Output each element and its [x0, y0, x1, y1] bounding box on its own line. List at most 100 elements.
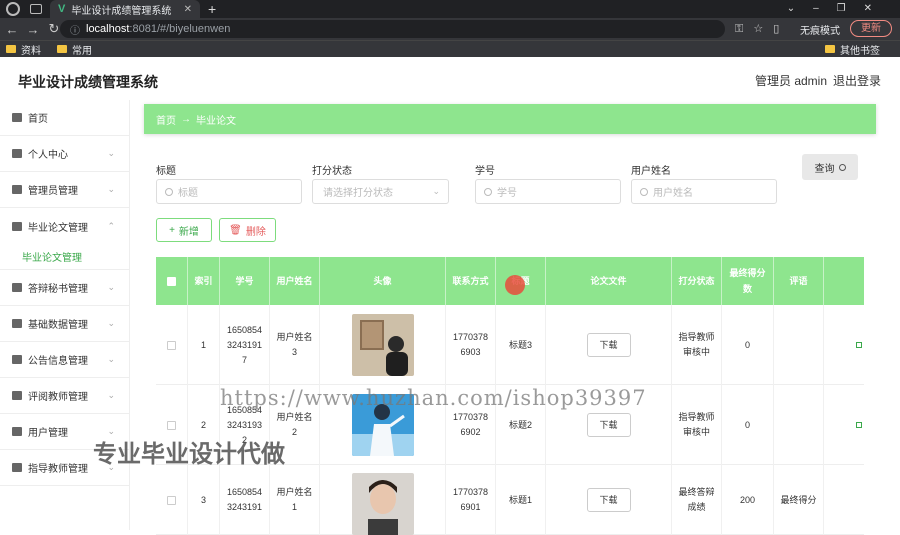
- slogan-watermark: 专业毕业设计代做: [93, 441, 285, 468]
- user-icon: [12, 149, 22, 158]
- chrome-icon[interactable]: [6, 2, 20, 16]
- col-phone[interactable]: 联系方式: [446, 257, 496, 305]
- cell-username: 用户姓名 1: [270, 465, 320, 535]
- sidebar-item-reviewers[interactable]: 评阅教师管理 ⌄: [0, 378, 129, 414]
- col-index[interactable]: 索引: [188, 257, 220, 305]
- cell-comment: [774, 385, 824, 465]
- home-icon: [12, 113, 22, 122]
- col-score[interactable]: 最终得分数: [722, 257, 774, 305]
- table-row: 3 1650854 3243191 用户姓名 1 1770378 6901 标题…: [156, 465, 864, 535]
- sidebar-item-label: 答辩秘书管理: [28, 284, 88, 295]
- download-button[interactable]: 下载: [586, 333, 631, 357]
- avatar[interactable]: [351, 473, 414, 535]
- bookmark-folder-2[interactable]: 常用: [57, 42, 92, 57]
- col-avatar[interactable]: 头像: [320, 257, 446, 305]
- forward-icon[interactable]: →: [24, 22, 42, 37]
- new-tab-icon[interactable]: +: [208, 0, 216, 18]
- sidebar-item-label: 评阅教师管理: [28, 392, 88, 403]
- row-action-icon[interactable]: [856, 342, 862, 348]
- sidebar-item-label: 毕业论文管理: [28, 222, 88, 234]
- title-filter-input[interactable]: 标题: [156, 179, 302, 204]
- sidebar-item-label: 管理员管理: [28, 186, 78, 197]
- search-icon: [640, 187, 648, 196]
- folder-icon: [6, 45, 16, 53]
- extension-icons[interactable]: ⚿☆▯: [735, 22, 789, 36]
- title-filter-placeholder: 标题: [178, 188, 198, 199]
- sidebar-item-basedata[interactable]: 基础数据管理 ⌄: [0, 306, 129, 342]
- building-icon: [12, 427, 22, 436]
- app-title: 毕业设计成绩管理系统: [18, 74, 158, 90]
- col-thesis-file[interactable]: 论文文件: [546, 257, 672, 305]
- add-button[interactable]: + 新增: [156, 218, 212, 242]
- back-icon[interactable]: ←: [3, 22, 21, 37]
- sidebar-item-secretary[interactable]: 答辩秘书管理 ⌄: [0, 270, 129, 306]
- checkbox-icon: [167, 495, 176, 505]
- window-controls[interactable]: ⌄–❐✕: [787, 0, 890, 18]
- username-filter-placeholder: 用户姓名: [653, 188, 693, 199]
- query-button[interactable]: 查询: [802, 154, 858, 180]
- username-filter-input[interactable]: 用户姓名: [631, 179, 777, 204]
- chevron-down-icon: ⌄: [432, 186, 440, 196]
- row-checkbox[interactable]: [156, 465, 188, 535]
- row-action-icon[interactable]: [856, 422, 862, 428]
- bookmarks-bar: 资料 常用 其他书签: [0, 40, 900, 57]
- sidebar-item-label: 首页: [28, 114, 48, 125]
- folder-icon: [825, 45, 835, 53]
- bookmark-label: 资料: [21, 45, 41, 57]
- chevron-down-icon: ⌄: [107, 318, 115, 328]
- avatar[interactable]: [351, 314, 414, 376]
- incognito-label[interactable]: 无痕模式: [800, 22, 840, 37]
- cell-file: 下载: [546, 305, 672, 385]
- delete-button[interactable]: 🗑 删除: [219, 218, 276, 242]
- browser-tabbar: V 毕业设计成绩管理系统 ✕ + ⌄–❐✕: [0, 0, 900, 18]
- delete-label: 删除: [245, 226, 266, 238]
- tab-title: 毕业设计成绩管理系统: [71, 5, 172, 17]
- select-all-checkbox[interactable]: [156, 257, 188, 305]
- col-student-id[interactable]: 学号: [220, 257, 270, 305]
- sidebar-item-thesis[interactable]: 毕业论文管理 ⌃: [0, 208, 129, 244]
- app-header: 毕业设计成绩管理系统 管理员 admin 退出登录: [0, 57, 900, 100]
- bookmark-folder-1[interactable]: 资料: [6, 42, 41, 57]
- checkbox-icon: [167, 420, 176, 430]
- update-button[interactable]: 更新: [850, 20, 892, 37]
- search-icon: [484, 187, 492, 196]
- cell-status: 指导教师 审核中: [672, 305, 722, 385]
- url-input[interactable]: ⓘ localhost:8081/#/biyeluenwen: [60, 20, 725, 38]
- current-user: 管理员 admin: [755, 74, 828, 88]
- sidebar-item-label: 指导教师管理: [28, 464, 88, 475]
- cell-score: 0: [722, 305, 774, 385]
- browser-tab[interactable]: V 毕业设计成绩管理系统 ✕: [50, 0, 200, 18]
- info-icon[interactable]: ⓘ: [70, 22, 80, 37]
- other-bookmarks[interactable]: 其他书签: [825, 42, 880, 57]
- cell-index: 3: [188, 465, 220, 535]
- download-button[interactable]: 下载: [586, 413, 631, 437]
- sidebar-item-home[interactable]: 首页: [0, 100, 129, 136]
- sidebar-item-profile[interactable]: 个人中心 ⌄: [0, 136, 129, 172]
- cell-actions: [824, 465, 864, 535]
- sidebar-subitem-thesis[interactable]: 毕业论文管理: [0, 244, 129, 270]
- download-button[interactable]: 下载: [586, 488, 631, 512]
- sidebar-item-label: 个人中心: [28, 150, 68, 161]
- col-status[interactable]: 打分状态: [672, 257, 722, 305]
- cell-avatar: [320, 465, 446, 535]
- chevron-down-icon: ⌄: [107, 282, 115, 292]
- checkbox-icon: [167, 276, 176, 286]
- breadcrumb-home[interactable]: 首页: [156, 112, 176, 127]
- cell-title: 标题1: [496, 465, 546, 535]
- row-checkbox[interactable]: [156, 305, 188, 385]
- col-username[interactable]: 用户姓名: [270, 257, 320, 305]
- cell-status: 指导教师 审核中: [672, 385, 722, 465]
- cell-comment: [774, 305, 824, 385]
- sidebar-item-admins[interactable]: 管理员管理 ⌄: [0, 172, 129, 208]
- vue-icon: V: [58, 3, 66, 15]
- username-filter-label: 用户姓名: [631, 166, 671, 177]
- address-bar: ← → ↻ ⓘ localhost:8081/#/biyeluenwen ⚿☆▯…: [0, 18, 900, 40]
- student-filter-input[interactable]: 学号: [475, 179, 621, 204]
- tab-strip-icon[interactable]: [30, 4, 42, 14]
- status-filter-select[interactable]: 请选择打分状态 ⌄: [312, 179, 449, 204]
- crop-icon: [12, 463, 22, 472]
- close-tab-icon[interactable]: ✕: [184, 4, 192, 15]
- sidebar-item-notices[interactable]: 公告信息管理 ⌄: [0, 342, 129, 378]
- logout-link[interactable]: 退出登录: [833, 72, 881, 89]
- col-comment[interactable]: 评语: [774, 257, 824, 305]
